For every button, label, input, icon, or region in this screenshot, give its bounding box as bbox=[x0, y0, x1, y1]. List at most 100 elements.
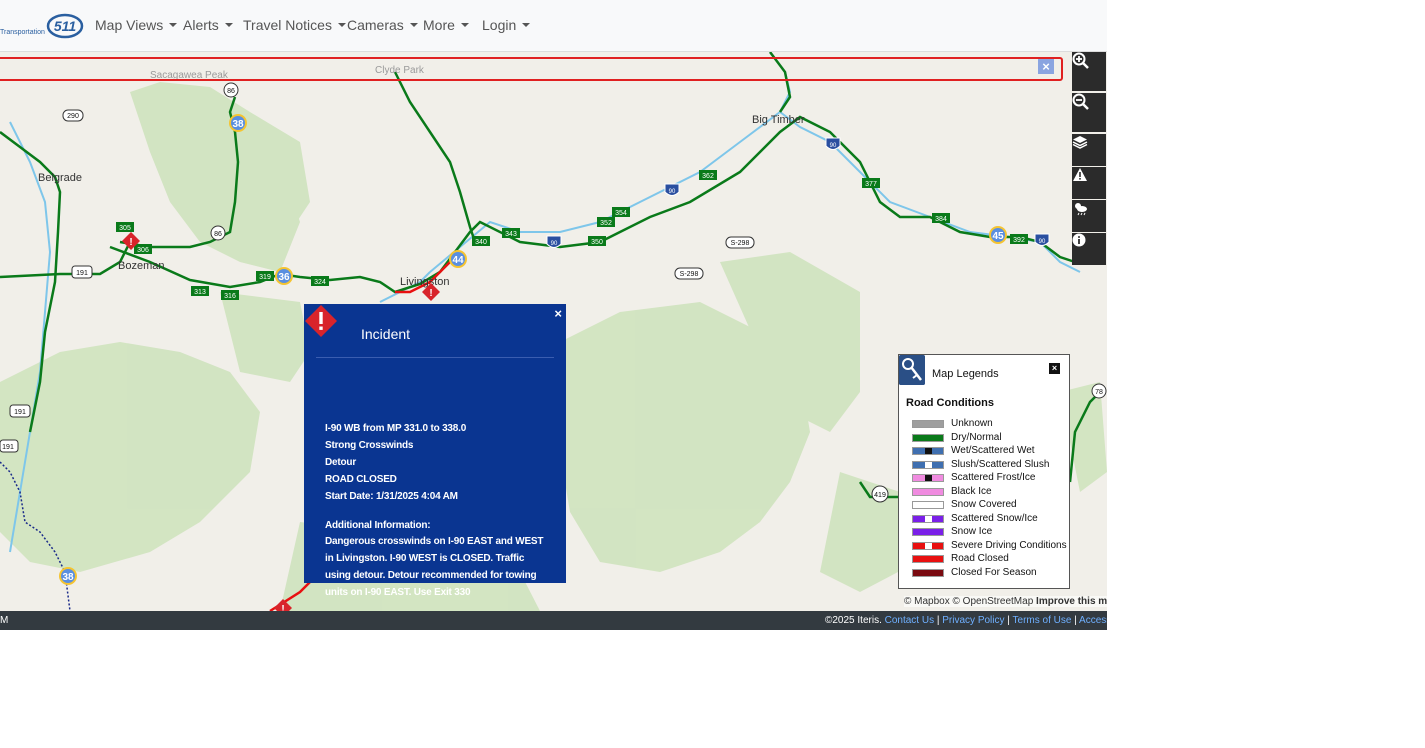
popup-divider bbox=[316, 357, 554, 358]
warning-icon bbox=[1073, 168, 1087, 181]
route-shield-191: 191 bbox=[0, 439, 19, 453]
nav-login[interactable]: Login bbox=[482, 17, 531, 33]
alerts-layer-button[interactable] bbox=[1072, 167, 1106, 199]
footer-separator: | bbox=[1007, 615, 1010, 626]
incident-type: Strong Crosswinds bbox=[325, 440, 414, 451]
route-shield-316: 316 bbox=[221, 290, 239, 300]
nav-login-label: Login bbox=[482, 17, 517, 33]
legend-close-button[interactable]: × bbox=[1049, 363, 1060, 374]
legend-item-label: Severe Driving Conditions bbox=[951, 539, 1067, 551]
svg-text:316: 316 bbox=[224, 293, 236, 300]
incident-start-date: Start Date: 1/31/2025 4:04 AM bbox=[325, 491, 458, 502]
route-shield-377: 377 bbox=[862, 178, 880, 188]
legend-swatch bbox=[912, 487, 944, 496]
footer: M ©2025 Iteris. Contact Us | Privacy Pol… bbox=[0, 611, 1107, 630]
accessibility-link[interactable]: Accessibility bbox=[1079, 615, 1107, 626]
mapbox-attribution-link[interactable]: © Mapbox bbox=[904, 596, 950, 607]
nav-cameras[interactable]: Cameras bbox=[347, 17, 418, 33]
interstate-shield-90: 90 bbox=[664, 183, 680, 196]
svg-text:36: 36 bbox=[278, 272, 290, 283]
route-shield-s298: S-298 bbox=[674, 267, 704, 280]
map-canvas[interactable]: Sacagawea Peak Clyde Park Belgrade Bozem… bbox=[0, 52, 1107, 611]
legend-swatch bbox=[912, 447, 944, 455]
camera-cluster-marker: 38 bbox=[59, 567, 77, 585]
chevron-down-icon bbox=[224, 23, 233, 28]
footer-separator: | bbox=[1074, 615, 1077, 626]
key-icon bbox=[899, 355, 925, 385]
improve-map-link[interactable]: Improve this map bbox=[1036, 596, 1107, 607]
chevron-down-icon bbox=[337, 23, 346, 28]
incident-location: I-90 WB from MP 331.0 to 338.0 bbox=[325, 423, 467, 434]
route-shield-191: 191 bbox=[71, 265, 93, 279]
nav-alerts-label: Alerts bbox=[183, 17, 219, 33]
popup-close-button[interactable]: × bbox=[554, 306, 562, 321]
osm-attribution-link[interactable]: © OpenStreetMap bbox=[953, 596, 1034, 607]
svg-text:90: 90 bbox=[669, 189, 676, 195]
legend-swatch bbox=[912, 541, 944, 550]
nav-travel-notices[interactable]: Travel Notices bbox=[243, 17, 346, 33]
legend-item-label: Wet/Scattered Wet bbox=[951, 445, 1035, 456]
info-button[interactable] bbox=[1072, 233, 1106, 265]
511-logo-icon: 511 bbox=[46, 13, 84, 39]
camera-cluster-marker: 36 bbox=[275, 267, 293, 285]
map-attribution: © Mapbox © OpenStreetMap Improve this ma… bbox=[904, 596, 1107, 607]
zoom-out-button[interactable] bbox=[1072, 93, 1106, 132]
legend-swatch bbox=[912, 501, 944, 509]
svg-text:343: 343 bbox=[505, 231, 517, 238]
svg-text:419: 419 bbox=[874, 492, 886, 499]
layers-icon bbox=[1072, 136, 1088, 149]
svg-text:38: 38 bbox=[62, 572, 74, 583]
svg-text:!: ! bbox=[281, 604, 284, 611]
layers-button[interactable] bbox=[1072, 134, 1106, 166]
legend-item-label: Black Ice bbox=[951, 485, 992, 497]
place-bozeman: Bozeman bbox=[118, 260, 164, 272]
zoom-out-icon bbox=[1072, 93, 1089, 110]
legend-item-label: Snow Covered bbox=[951, 499, 1017, 510]
additional-info-heading: Additional Information: bbox=[325, 520, 431, 531]
legend-heading: Road Conditions bbox=[906, 397, 994, 409]
svg-text:340: 340 bbox=[475, 239, 487, 246]
legend-item-label: Snow Ice bbox=[951, 526, 993, 537]
route-shield-343: 343 bbox=[502, 228, 520, 238]
footer-links: ©2025 Iteris. Contact Us | Privacy Polic… bbox=[825, 615, 1107, 626]
route-shield-306: 306 bbox=[134, 244, 152, 254]
svg-text:90: 90 bbox=[551, 241, 558, 247]
nav-more[interactable]: More bbox=[423, 17, 469, 33]
nav-map-views[interactable]: Map Views bbox=[95, 17, 178, 33]
route-shield-362: 362 bbox=[699, 170, 717, 180]
svg-text:86: 86 bbox=[227, 88, 235, 95]
search-clear-button[interactable]: × bbox=[1038, 59, 1054, 74]
legend-item-label: Closed For Season bbox=[951, 566, 1037, 578]
terms-of-use-link[interactable]: Terms of Use bbox=[1013, 615, 1072, 626]
legend-swatch-pattern bbox=[925, 448, 932, 454]
privacy-policy-link[interactable]: Privacy Policy bbox=[942, 615, 1004, 626]
route-shield-86: 86 bbox=[210, 225, 226, 241]
interstate-shield-90: 90 bbox=[546, 235, 562, 248]
legend-swatch bbox=[912, 433, 944, 442]
legend-item-label: Scattered Snow/Ice bbox=[951, 512, 1038, 524]
svg-text:313: 313 bbox=[194, 289, 206, 296]
nav-more-label: More bbox=[423, 17, 455, 33]
svg-text:290: 290 bbox=[67, 113, 79, 120]
search-input[interactable] bbox=[0, 57, 1063, 81]
svg-text:90: 90 bbox=[830, 143, 837, 149]
place-big-timber: Big Timber bbox=[752, 114, 805, 126]
route-shield-s298: S-298 bbox=[725, 236, 755, 249]
route-shield-86: 86 bbox=[223, 82, 239, 98]
svg-text:319: 319 bbox=[259, 274, 271, 281]
footer-separator: | bbox=[936, 615, 940, 626]
route-shield-319: 319 bbox=[256, 271, 274, 281]
weather-layer-button[interactable] bbox=[1072, 200, 1106, 232]
svg-text:305: 305 bbox=[119, 225, 131, 232]
route-shield-392: 392 bbox=[1010, 234, 1028, 244]
svg-text:354: 354 bbox=[615, 210, 627, 217]
svg-text:45: 45 bbox=[992, 231, 1004, 242]
zoom-in-button[interactable] bbox=[1072, 52, 1106, 91]
additional-info-text: Dangerous crosswinds on I-90 EAST and WE… bbox=[325, 536, 544, 598]
legend-item-label: Unknown bbox=[951, 418, 993, 429]
brand-logo[interactable]: Transportation 511 bbox=[0, 8, 90, 44]
route-shield-191: 191 bbox=[9, 404, 31, 418]
svg-text:362: 362 bbox=[702, 173, 714, 180]
nav-alerts[interactable]: Alerts bbox=[183, 17, 233, 33]
contact-us-link[interactable]: Contact Us bbox=[885, 615, 934, 626]
